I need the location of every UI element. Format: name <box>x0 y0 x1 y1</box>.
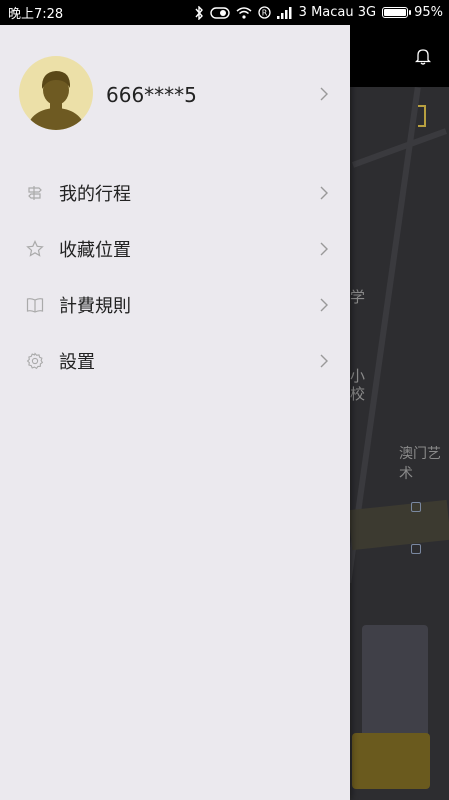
chevron-right-icon <box>320 354 328 368</box>
drawer-menu: 我的行程 收藏位置 計費規則 設置 <box>0 165 350 389</box>
menu-item-settings[interactable]: 設置 <box>0 333 350 389</box>
status-time: 晚上7:28 <box>8 7 64 22</box>
map-label: 校 <box>350 385 366 403</box>
menu-item-label: 計費規則 <box>59 296 131 317</box>
menu-item-label: 設置 <box>59 352 95 373</box>
user-name: 666****5 <box>106 83 197 107</box>
map-action-button[interactable] <box>352 733 430 789</box>
bus-stop-icon[interactable] <box>411 502 421 512</box>
status-icons: R 3 Macau 3G 95% <box>194 5 443 20</box>
map-info-card <box>362 625 428 740</box>
menu-item-saved-places[interactable]: 收藏位置 <box>0 221 350 277</box>
star-icon <box>26 240 44 257</box>
menu-item-fare-rules[interactable]: 計費規則 <box>0 277 350 333</box>
battery-icon <box>382 7 412 18</box>
menu-item-my-trips[interactable]: 我的行程 <box>0 165 350 221</box>
svg-text:R: R <box>261 9 267 18</box>
signal-icon <box>276 6 293 19</box>
bus-stop-icon[interactable] <box>411 544 421 554</box>
map-marker <box>418 105 426 127</box>
signpost-icon <box>28 186 42 200</box>
registered-icon: R <box>258 6 271 19</box>
chevron-right-icon <box>320 186 328 200</box>
bluetooth-icon <box>194 5 204 20</box>
gear-icon <box>26 352 44 370</box>
map-road <box>348 499 449 551</box>
toggle-icon <box>209 6 230 19</box>
menu-item-label: 收藏位置 <box>59 240 131 261</box>
chevron-right-icon <box>320 242 328 256</box>
battery-percent: 95% <box>414 5 443 20</box>
profile-row[interactable]: 666****5 <box>0 25 350 165</box>
chevron-right-icon <box>320 87 328 101</box>
bell-icon[interactable] <box>414 47 432 69</box>
avatar[interactable] <box>19 56 93 130</box>
menu-item-label: 我的行程 <box>59 184 131 205</box>
status-bar: 晚上7:28 R 3 Macau 3G 95% <box>0 0 449 25</box>
map-road <box>351 128 448 168</box>
map-label: 澳门艺术 <box>399 446 441 482</box>
map-label: 学 <box>350 288 366 306</box>
book-icon <box>26 298 44 313</box>
navigation-drawer: 666****5 我的行程 收藏位置 計費規則 設置 <box>0 25 350 800</box>
carrier-label: 3 Macau 3G <box>298 5 377 20</box>
wifi-icon <box>236 6 252 19</box>
chevron-right-icon <box>320 298 328 312</box>
